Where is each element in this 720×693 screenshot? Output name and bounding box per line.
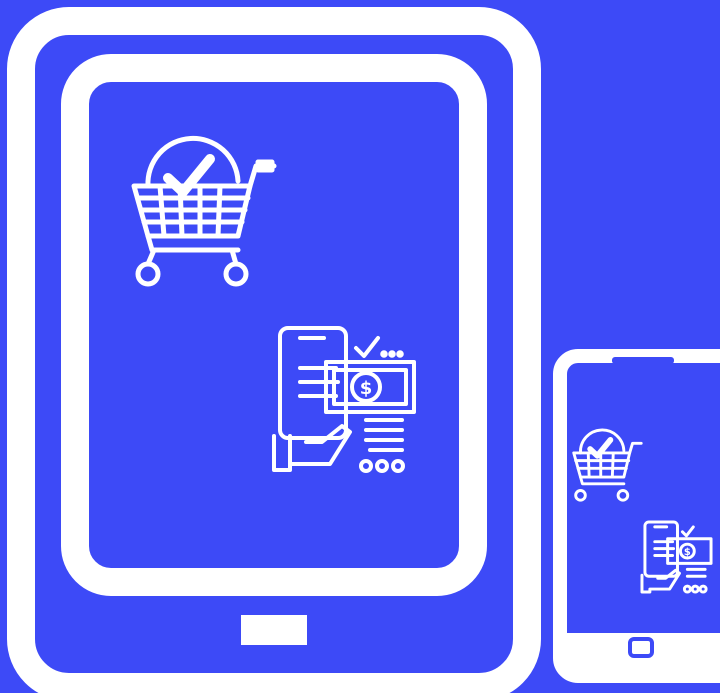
tablet-cart-check-icon: [128, 126, 278, 292]
svg-text:$: $: [684, 547, 691, 558]
svg-text:$: $: [360, 378, 373, 399]
phone-cart-check-icon: [570, 424, 644, 504]
phone-mobile-payment-icon: $: [640, 520, 714, 594]
tablet-mobile-payment-icon: $: [270, 324, 420, 474]
